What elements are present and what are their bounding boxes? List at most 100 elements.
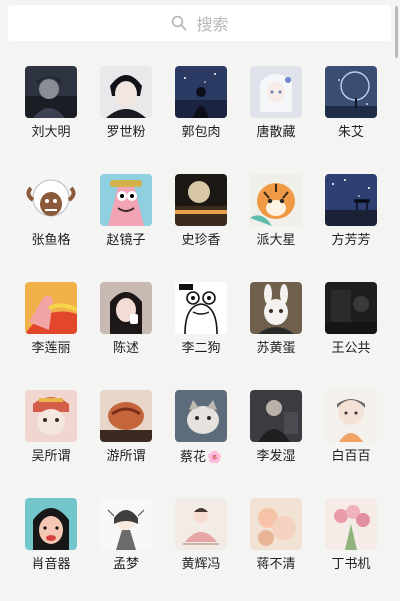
contact-name: 派大星 [256,233,295,249]
contact-name-text: 方芳芳 [331,233,371,248]
avatar[interactable] [250,390,302,442]
contact-item[interactable]: 史珍香 [163,174,239,260]
contact-name: 刘大明 [31,125,70,141]
contact-name-text: 蒋不清 [256,557,296,572]
avatar[interactable] [325,390,377,442]
contact-name: 蒋不清 [256,557,295,573]
contact-item[interactable]: 派大星 [238,174,314,260]
avatar[interactable] [175,498,227,550]
avatar[interactable] [250,498,302,550]
avatar[interactable] [325,282,377,334]
contact-name: 方芳芳 [331,233,370,249]
contact-item[interactable]: 李二狗 [163,282,239,368]
avatar[interactable] [100,66,152,118]
contact-name: 郭包肉 [181,125,220,141]
contacts-screen: 搜索 刘大明 罗世粉 郭包肉 唐散藏 朱艾张鱼格 赵镜子 史珍香 派大星 方芳芳李莲丽 陈述 李二狗… [0,0,400,601]
cherry-blossom-icon: 🌸 [207,450,222,464]
contact-name: 游所谓 [106,449,145,465]
contact-item[interactable]: 黄辉冯 [163,498,239,584]
contact-item[interactable]: 刘大明 [13,66,89,152]
contact-name: 李发湿 [256,449,295,465]
contact-name-text: 郭包肉 [181,125,221,140]
contact-name-text: 李莲丽 [31,341,71,356]
contact-item[interactable]: 张鱼格 [13,174,89,260]
contact-name: 张鱼格 [31,233,70,249]
scroll-indicator[interactable] [395,6,398,58]
contact-item[interactable]: 郭包肉 [163,66,239,152]
contact-name: 唐散藏 [256,125,295,141]
search-icon [172,15,188,31]
avatar[interactable] [250,174,302,226]
contact-name-text: 史珍香 [181,233,221,248]
contact-name-text: 罗世粉 [106,125,146,140]
avatar[interactable] [325,174,377,226]
contact-item[interactable]: 赵镜子 [88,174,164,260]
contact-name: 李莲丽 [31,341,70,357]
contact-item[interactable]: 苏黄蛋 [238,282,314,368]
contact-name: 李二狗 [181,341,220,357]
contact-name-text: 黄辉冯 [181,557,221,572]
contact-name: 朱艾 [338,125,364,141]
contact-name: 肖音器 [31,557,70,573]
avatar[interactable] [250,66,302,118]
contact-name-text: 蔡花 [180,450,207,465]
avatar[interactable] [175,174,227,226]
avatar[interactable] [25,390,77,442]
contact-name-text: 陈述 [112,341,139,356]
search-placeholder: 搜索 [196,15,229,34]
contact-item[interactable]: 罗世粉 [88,66,164,152]
contact-name-text: 苏黄蛋 [256,341,296,356]
contact-name-text: 白百百 [331,449,371,464]
contact-item[interactable]: 孟梦 [88,498,164,584]
contact-name: 吴所谓 [31,449,70,465]
avatar[interactable] [25,174,77,226]
contact-item[interactable]: 蒋不清 [238,498,314,584]
avatar[interactable] [250,282,302,334]
avatar[interactable] [100,282,152,334]
avatar[interactable] [100,498,152,550]
contact-item[interactable]: 丁书机 [313,498,389,584]
contact-item[interactable]: 游所谓 [88,390,164,476]
contact-name: 黄辉冯 [181,557,220,573]
avatar[interactable] [25,66,77,118]
contact-name-text: 张鱼格 [31,233,71,248]
contact-name-text: 肖音器 [31,557,71,572]
contact-item[interactable]: 朱艾 [313,66,389,152]
contact-item[interactable]: 白百百 [313,390,389,476]
avatar[interactable] [25,282,77,334]
contact-name: 史珍香 [181,233,220,249]
avatar[interactable] [25,498,77,550]
contact-item[interactable]: 王公共 [313,282,389,368]
contact-name: 罗世粉 [106,125,145,141]
contact-item[interactable]: 李莲丽 [13,282,89,368]
avatar[interactable] [325,498,377,550]
contact-name-text: 李二狗 [181,341,221,356]
avatar[interactable] [175,66,227,118]
contact-name-text: 赵镜子 [106,233,146,248]
contact-name-text: 王公共 [331,341,371,356]
contact-item[interactable]: 唐散藏 [238,66,314,152]
contact-item[interactable]: 肖音器 [13,498,89,584]
contact-name-text: 吴所谓 [31,449,71,464]
avatar[interactable] [100,390,152,442]
contact-item[interactable]: 陈述 [88,282,164,368]
contact-item[interactable]: 蔡花🌸 [163,390,239,476]
avatar[interactable] [175,282,227,334]
avatar[interactable] [325,66,377,118]
contact-item[interactable]: 李发湿 [238,390,314,476]
contact-name: 赵镜子 [106,233,145,249]
contact-name: 孟梦 [113,557,139,573]
search-area: 搜索 [0,0,400,50]
contact-name-text: 唐散藏 [256,125,296,140]
contact-name-text: 刘大明 [31,125,71,140]
contact-item[interactable]: 方芳芳 [313,174,389,260]
avatar[interactable] [100,174,152,226]
contact-name: 蔡花🌸 [180,449,222,466]
contact-item[interactable]: 吴所谓 [13,390,89,476]
avatar[interactable] [175,390,227,442]
contact-name-text: 李发湿 [256,449,296,464]
search-bar[interactable]: 搜索 [8,5,391,41]
contact-name-text: 朱艾 [337,125,364,140]
contact-name-text: 丁书机 [331,557,371,572]
contact-name: 丁书机 [331,557,370,573]
